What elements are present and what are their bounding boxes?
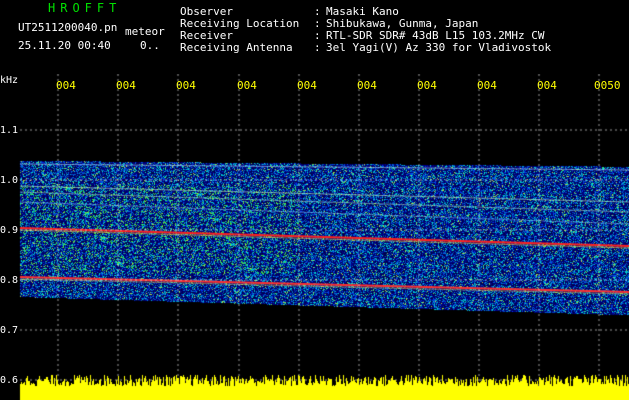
header: HROFFT UT2511200040.pn meteor 25.11.20 0… (0, 0, 629, 74)
freq-tick: 0.6 (0, 375, 19, 386)
antenna-sep: : (314, 41, 321, 54)
freq-tick: 0.9 (0, 225, 19, 236)
freq-tick: 1.1 (0, 125, 19, 136)
freq-tick: 0.8 (0, 275, 19, 286)
freq-tick: 1.0 (0, 175, 19, 186)
station-name: HROFFT (48, 1, 122, 15)
antenna-label: Receiving Antenna (180, 41, 293, 54)
filename: UT2511200040.pn (18, 21, 118, 34)
datetime: 25.11.20 00:40 (18, 39, 111, 52)
spectrogram (0, 74, 629, 400)
mode-label: meteor (125, 25, 165, 38)
count-label: 0.. (140, 39, 160, 52)
antenna-value: 3el Yagi(V) Az 330 for Vladivostok (326, 41, 552, 54)
freq-tick: 0.7 (0, 325, 19, 336)
